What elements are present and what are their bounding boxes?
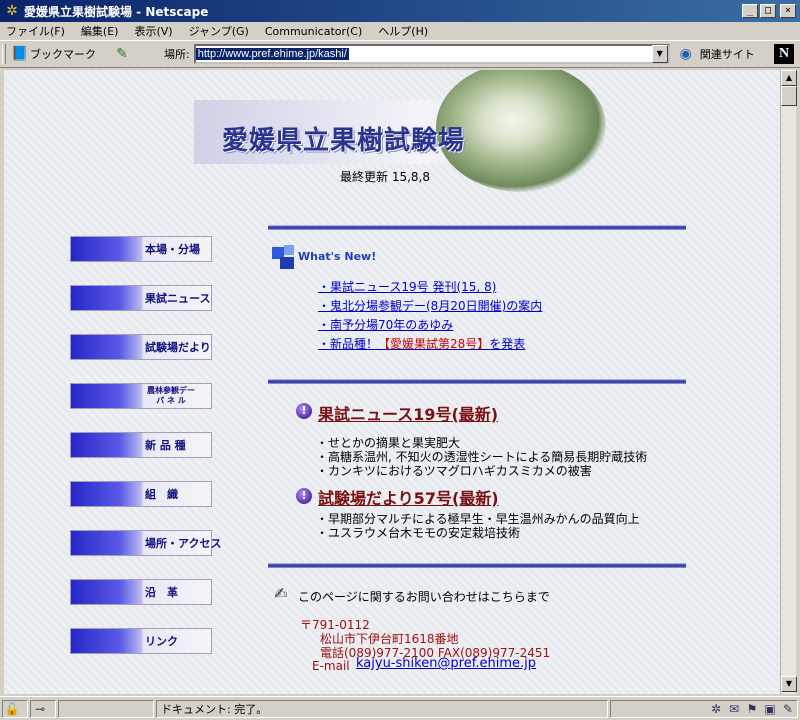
square-icon (284, 245, 294, 255)
nav-organization[interactable]: 組 織 (70, 481, 212, 507)
progress-panel (58, 699, 154, 718)
url-text[interactable]: http://www.pref.ehime.jp/kashi/ (195, 48, 349, 60)
nav-label: 本場・分場 (145, 243, 200, 256)
news-link-new-variety[interactable]: ・新品種！【愛媛果試第28号】を発表 (318, 335, 525, 352)
menu-bar: ファイル(F) 編集(E) 表示(V) ジャンプ(G) Communicator… (0, 22, 800, 40)
status-panel: ドキュメント: 完了。 (156, 699, 608, 718)
list-item: ・カンキツにおけるツマグロハギカスミカメの被害 (316, 464, 592, 478)
scroll-thumb[interactable] (781, 86, 797, 106)
url-dropdown-icon[interactable]: ▼ (651, 45, 668, 63)
nav-open-day-panel[interactable]: 農林参観デー パ ネ ル (70, 383, 212, 409)
nav-label: 試験場だより (145, 341, 211, 354)
nav-headquarters[interactable]: 本場・分場 (70, 236, 212, 262)
menu-help[interactable]: ヘルプ(H) (378, 23, 428, 39)
location-toolbar: 📘 ブックマーク ✎ 場所: http://www.pref.ehime.jp/… (0, 40, 800, 68)
online-panel[interactable]: ⊸ (30, 699, 56, 718)
page-viewport: 愛媛県立果樹試験場 最終更新 15,8,8 本場・分場 果試ニュース 試験場だよ… (4, 70, 780, 694)
nav-newsletter[interactable]: 試験場だより (70, 334, 212, 360)
close-button[interactable]: × (780, 4, 796, 18)
composer-icon[interactable]: ✎ (779, 702, 797, 716)
security-panel[interactable]: 🔓 (2, 699, 28, 718)
last-updated: 最終更新 15,8,8 (340, 170, 430, 184)
newsgroup-icon[interactable]: ⚑ (743, 702, 761, 716)
pen-icon: ✍ (274, 584, 288, 603)
email-label: E-mail (312, 659, 350, 673)
site-title: 愛媛県立果樹試験場 (222, 126, 466, 156)
divider (268, 225, 686, 230)
component-bar: ✲ ✉ ⚑ ▣ ✎ (610, 699, 798, 718)
news-link[interactable]: ・果試ニュース19号 発刊(15, 8) (318, 278, 496, 295)
mail-icon[interactable]: ✉ (725, 702, 743, 716)
nav-links[interactable]: リンク (70, 628, 212, 654)
page-proxy-icon[interactable]: ✎ (112, 46, 132, 62)
exclamation-icon: ! (296, 403, 312, 419)
menu-file[interactable]: ファイル(F) (6, 23, 65, 39)
maximize-button[interactable]: □ (760, 4, 776, 18)
news-link[interactable]: ・鬼北分場参観デー(8月20日開催)の案内 (318, 297, 542, 314)
menu-edit[interactable]: 編集(E) (81, 23, 119, 39)
list-item: ・ユスラウメ台木モモの安定栽培技術 (316, 526, 521, 540)
netscape-app-icon[interactable]: ✲ (4, 3, 20, 19)
nav-label: 農林参観デー パ ネ ル (147, 386, 195, 405)
related-sites-icon[interactable]: ◉ (676, 46, 696, 62)
contact-text: このページに関するお問い合わせはこちらまで (298, 590, 550, 604)
nav-history[interactable]: 沿 革 (70, 579, 212, 605)
minimize-button[interactable]: _ (742, 4, 758, 18)
nav-news[interactable]: 果試ニュース (70, 285, 212, 311)
status-bar: 🔓 ⊸ ドキュメント: 完了。 ✲ ✉ ⚑ ▣ ✎ (0, 696, 800, 720)
related-sites-button[interactable]: 関連サイト (700, 46, 755, 62)
news-link-highlight[interactable]: 【愛媛果試第28号】 (378, 337, 489, 351)
nav-label: リンク (145, 635, 178, 648)
navigator-icon[interactable]: ✲ (707, 702, 725, 716)
status-text: ドキュメント: 完了。 (161, 702, 268, 716)
news-link-suffix[interactable]: を発表 (489, 337, 525, 351)
nav-label: 新 品 種 (145, 439, 186, 452)
news-link-prefix[interactable]: ・新品種！ (318, 337, 378, 351)
nav-label: 沿 革 (145, 586, 178, 599)
exclamation-icon: ! (296, 488, 312, 504)
divider (268, 563, 686, 568)
nav-access[interactable]: 場所・アクセス (70, 530, 221, 556)
news-link[interactable]: ・南予分場70年のあゆみ (318, 316, 453, 333)
url-input[interactable]: http://www.pref.ehime.jp/kashi/ ▼ (193, 44, 670, 64)
email-link[interactable]: kajyu-shiken@pref.ehime.jp (356, 656, 536, 671)
section-news-link[interactable]: 果試ニュース19号(最新) (318, 401, 498, 425)
whats-new-badge: What's New! (272, 245, 384, 271)
nav-new-varieties[interactable]: 新 品 種 (70, 432, 212, 458)
divider (268, 379, 686, 384)
location-label: 場所: (164, 48, 190, 61)
menu-communicator[interactable]: Communicator(C) (265, 25, 362, 38)
menu-view[interactable]: 表示(V) (134, 23, 172, 39)
toolbar-grip[interactable] (2, 44, 6, 64)
window-titlebar[interactable]: ✲ 愛媛県立果樹試験場 - Netscape _ □ × (0, 0, 800, 22)
netscape-logo[interactable]: N (774, 44, 794, 64)
lock-icon[interactable]: 🔓 (3, 702, 21, 716)
menu-go[interactable]: ジャンプ(G) (189, 23, 249, 39)
whats-new-label: What's New! (298, 250, 377, 263)
nav-label: 組 織 (145, 488, 178, 501)
connection-icon[interactable]: ⊸ (31, 702, 49, 716)
scroll-down-icon[interactable]: ▼ (781, 676, 797, 692)
bookmark-icon[interactable]: 📘 (10, 45, 30, 63)
window-title: 愛媛県立果樹試験場 - Netscape (24, 4, 209, 19)
section-newsletter-link[interactable]: 試験場だより57号(最新) (318, 485, 499, 509)
address-book-icon[interactable]: ▣ (761, 702, 779, 716)
vertical-scrollbar[interactable]: ▲ ▼ (780, 70, 797, 694)
nav-label: 果試ニュース (145, 292, 211, 305)
nav-label: 場所・アクセス (145, 537, 222, 550)
bookmark-button[interactable]: ブックマーク (30, 46, 96, 62)
scroll-up-icon[interactable]: ▲ (781, 70, 797, 86)
square-icon (280, 257, 294, 269)
